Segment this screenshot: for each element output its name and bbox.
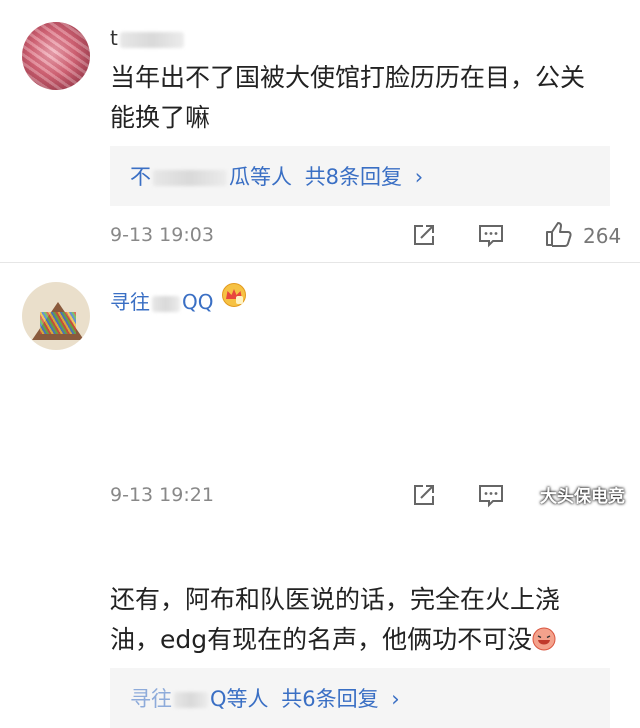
- comment-icon[interactable]: [477, 221, 505, 249]
- chevron-right-icon: ›: [391, 687, 400, 711]
- blurred-username: [174, 692, 208, 708]
- username-text: t: [110, 26, 118, 50]
- avatar[interactable]: [22, 22, 90, 90]
- blurred-username: [152, 295, 180, 312]
- chevron-right-icon: ›: [414, 165, 424, 189]
- comment-icon[interactable]: [477, 481, 505, 509]
- comment-item: 寻往 QQ 还有，阿布和队医说的话，完全在火上浇 油，edg有现在的名声，他俩功不…: [0, 262, 640, 728]
- comment-text: 当年出不了国被大使馆打脸历历在目，公关 能换了嘛: [110, 58, 620, 138]
- crown-badge-icon: [222, 283, 246, 307]
- reply-prefix: 寻往: [130, 687, 172, 711]
- reply-summary-text[interactable]: 寻往 Q等人 共6条回复 ›: [130, 683, 400, 713]
- reply-prefix: 不: [130, 165, 151, 189]
- reply-count: 共6条回复: [281, 687, 379, 711]
- blurred-username: [153, 170, 227, 186]
- reply-count: 共8条回复: [304, 165, 403, 189]
- laughing-emoji-icon: [532, 627, 556, 651]
- reply-summary[interactable]: 不 瓜等人 共8条回复 ›: [110, 146, 610, 206]
- share-icon[interactable]: [410, 481, 438, 509]
- comment-item: t 当年出不了国被大使馆打脸历历在目，公关 能换了嘛 不瓜等人 共8条回复 › …: [0, 0, 640, 262]
- share-icon[interactable]: [410, 221, 438, 249]
- like-count: 264: [583, 224, 622, 248]
- username[interactable]: 寻往 QQ: [110, 286, 213, 315]
- avatar[interactable]: [22, 282, 90, 350]
- comment-text-line: 油，edg有现在的名声，他俩功不可没: [110, 620, 620, 660]
- like-icon[interactable]: [544, 220, 572, 248]
- comment-text-line: 当年出不了国被大使馆打脸历历在目，公关: [110, 63, 586, 92]
- comment-text: 还有，阿布和队医说的话，完全在火上浇 油，edg有现在的名声，他俩功不可没: [110, 580, 620, 660]
- reply-summary-text[interactable]: 不 瓜等人 共8条回复 ›: [130, 161, 423, 191]
- comment-text-line: 能换了嘛: [110, 103, 211, 132]
- reply-suffix: 瓜等人: [229, 165, 292, 189]
- reply-suffix: Q等人: [210, 687, 269, 711]
- reply-summary[interactable]: 寻往 Q等人 共6条回复 ›: [110, 668, 610, 728]
- username-text: 寻往: [110, 290, 150, 314]
- timestamp: 9-13 19:21: [110, 484, 214, 506]
- username[interactable]: t: [110, 26, 184, 50]
- comment-text-line: 还有，阿布和队医说的话，完全在火上浇: [110, 585, 561, 614]
- blurred-username: [119, 31, 184, 48]
- timestamp: 9-13 19:03: [110, 224, 214, 246]
- username-suffix: QQ: [182, 290, 214, 314]
- comment-text-segment: 油，edg有现在的名声，他俩功不可没: [110, 625, 533, 654]
- watermark: 大头保电竞: [540, 487, 625, 507]
